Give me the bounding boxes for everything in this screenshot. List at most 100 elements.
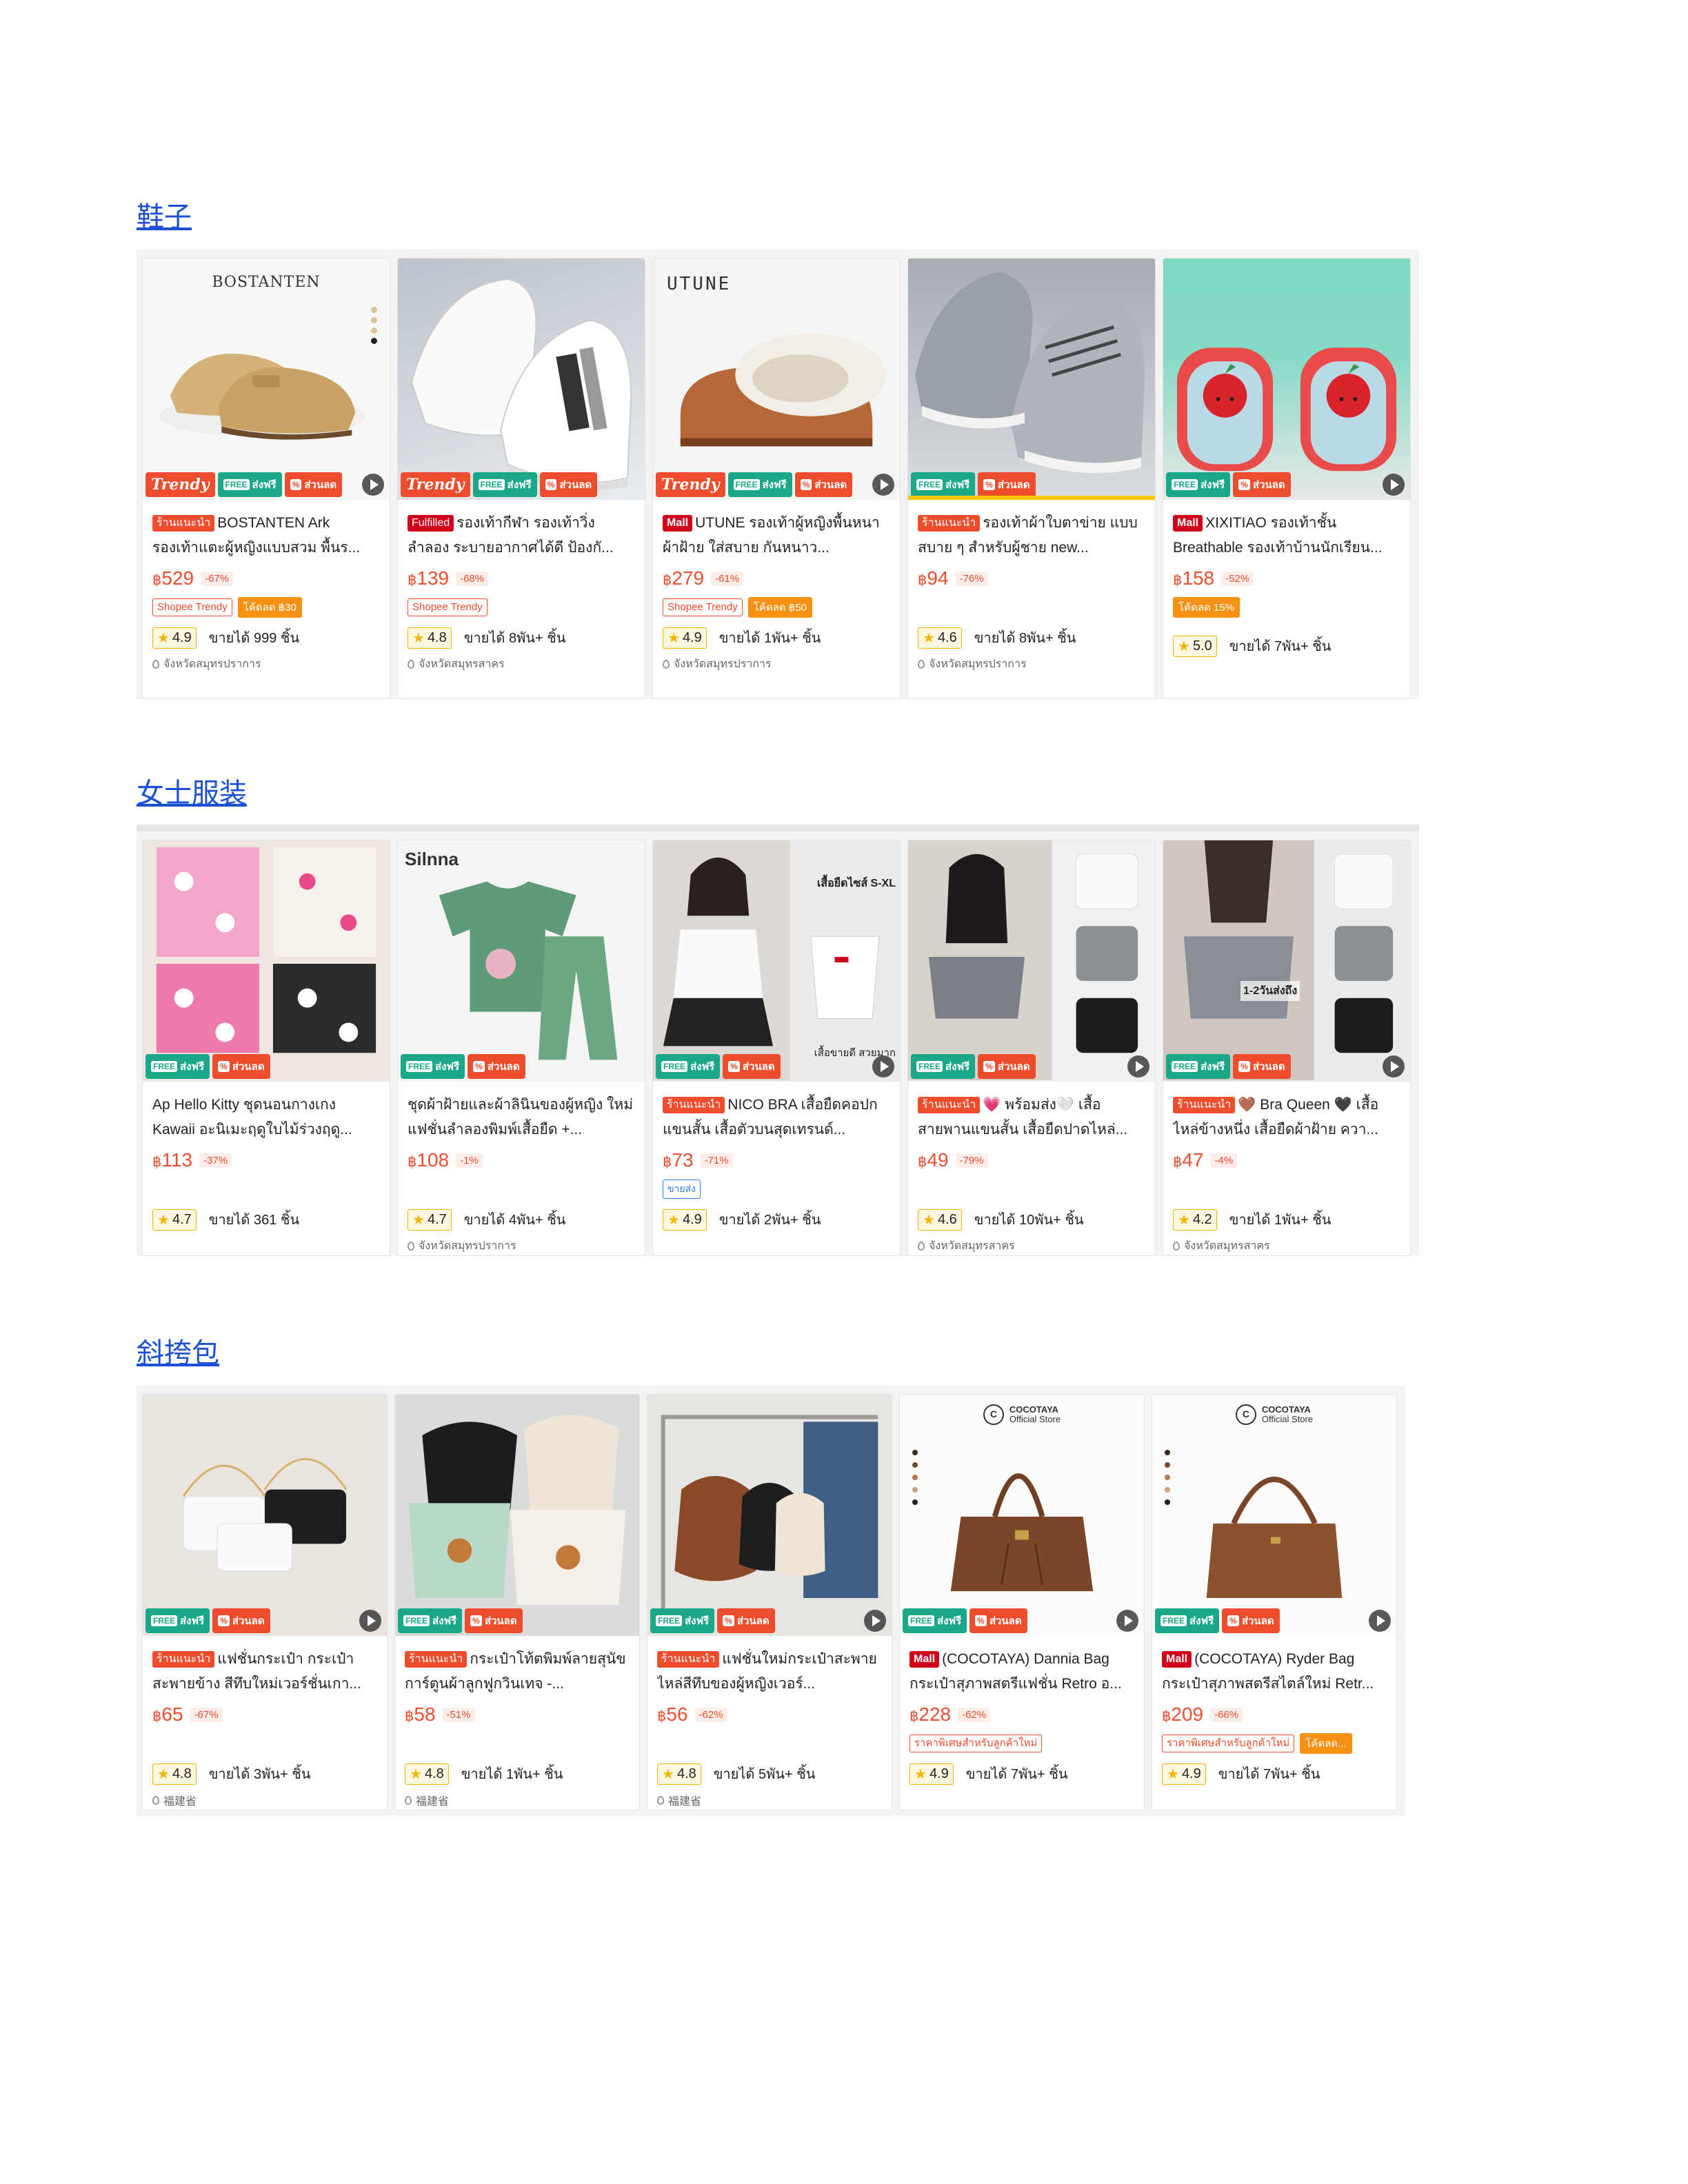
discount-percent: -52% <box>1221 571 1254 586</box>
product-card[interactable]: UTUNE Trendy FREE ส่งฟรี % ส่วนลด Mall UTUN… <box>652 258 901 699</box>
rating-badge: ★ 4.9 <box>152 627 197 649</box>
discount-badge: % ส่วนลด <box>717 1608 775 1633</box>
shopee-trendy-chip: Shopee Trendy <box>152 598 232 616</box>
product-card[interactable]: Silnna FREE ส่งฟรี % ส่วนลด ชุดผ้าฝ้ายและผ… <box>397 840 645 1256</box>
product-image[interactable]: FREE ส่งฟรี % ส่วนลด <box>908 259 1155 500</box>
new-customer-price-chip: ราคาพิเศษสำหรับลูกค้าใหม่ <box>910 1735 1043 1752</box>
mall-tag: Mall <box>663 515 693 532</box>
rating-badge: ★ 4.7 <box>152 1209 197 1231</box>
rating-badge: ★ 4.8 <box>152 1763 197 1785</box>
sold-count: ขายได้ 5พัน+ ชิ้น <box>713 1767 816 1782</box>
seller-location: 福建省 <box>657 1792 882 1808</box>
apple-slipper-image <box>1176 347 1397 472</box>
product-image[interactable]: C COCOTAYA Official Store FREE ส่งฟรี % ส่วน… <box>900 1395 1144 1636</box>
location-pin-icon <box>1173 1242 1180 1251</box>
rating-badge: ★ 4.9 <box>910 1763 954 1785</box>
product-image[interactable]: UTUNE Trendy FREE ส่งฟรี % ส่วนลด <box>653 259 900 500</box>
product-card[interactable]: เสื้อยืดไซส์ S-XL เสื้อขายดี สวยมาก FREE… <box>652 840 901 1256</box>
product-card[interactable]: FREE ส่งฟรี % ส่วนลด ร้านแนะนำ 💗 พร้อมส่ง🤍 … <box>907 840 1156 1256</box>
product-card[interactable]: FREE ส่งฟรี % ส่วนลด ร้านแนะนำ รองเท้าผ้าใบ… <box>907 258 1156 699</box>
product-image[interactable]: FREE ส่งฟรี % ส่วนลด <box>908 840 1155 1082</box>
free-shipping-badge: FREE ส่งฟรี <box>145 1608 210 1633</box>
product-title: ร้านแนะนำ 💗 พร้อมส่ง🤍 เสื้อสายพานแขนสั้น … <box>918 1097 1128 1138</box>
discount-percent: -4% <box>1210 1153 1238 1168</box>
product-price: ฿58 <box>405 1703 436 1725</box>
product-title: ร้านแนะนำ BOSTANTEN Ark รองเท้าแตะผู้หญิง… <box>152 515 361 556</box>
discount-percent: -62% <box>958 1707 991 1722</box>
product-card[interactable]: FREE ส่งฟรี % ส่วนลด ร้านแนะนำ แฟชั่นใหม่กร… <box>647 1394 892 1810</box>
product-image[interactable]: BOSTANTEN Trendy FREE ส่งฟรี % ส่วนลด <box>143 259 390 500</box>
product-card[interactable]: FREE ส่งฟรี % ส่วนลด Mall XIXITIAO รองเท้าช… <box>1163 258 1411 699</box>
product-card[interactable]: FREE ส่งฟรี % ส่วนลด Ap Hello Kitty ชุดนอน… <box>142 840 390 1256</box>
product-price: ฿158 <box>1173 567 1215 589</box>
rating-badge: ★ 4.8 <box>408 627 452 649</box>
play-icon[interactable] <box>864 1610 886 1632</box>
location-pin-icon <box>663 660 670 669</box>
promo-badge-strip: FREE ส่งฟรี % ส่วนลด <box>143 1606 387 1636</box>
promo-badge-strip: Trendy FREE ส่งฟรี % ส่วนลด <box>398 469 645 500</box>
product-card[interactable]: FREE ส่งฟรี % ส่วนลด ร้านแนะนำ แฟชั่นกระเป๋… <box>142 1394 388 1810</box>
promo-badge-strip: FREE ส่งฟรี % ส่วนลด <box>143 1051 390 1082</box>
fur-slipper-image <box>680 334 887 447</box>
star-icon: ★ <box>914 1766 927 1782</box>
play-icon[interactable] <box>1369 1610 1391 1632</box>
product-image[interactable]: 1-2วันส่งถึง FREE ส่งฟรี % ส่วนลด <box>1163 840 1410 1082</box>
section-heading-womens-clothing[interactable]: 女士服装 <box>137 771 247 811</box>
promo-badge-strip: Trendy FREE ส่งฟรี % ส่วนลด <box>653 469 900 500</box>
free-shipping-badge: FREE ส่งฟรี <box>727 472 792 497</box>
discount-badge: % ส่วนลด <box>284 472 343 497</box>
play-icon[interactable] <box>872 1055 894 1078</box>
product-price: ฿529 <box>152 567 194 589</box>
play-icon[interactable] <box>362 474 384 496</box>
location-pin-icon <box>408 1242 414 1251</box>
location-pin-icon <box>152 660 159 669</box>
shopee-trendy-chip: Shopee Trendy <box>408 598 488 616</box>
section-heading-crossbody-bags[interactable]: 斜挎包 <box>137 1331 219 1371</box>
play-icon[interactable] <box>1127 1055 1149 1078</box>
discount-percent: -1% <box>456 1153 483 1168</box>
product-card[interactable]: FREE ส่งฟรี % ส่วนลด ร้านแนะนำ กระเป๋าโท้ตพ… <box>394 1394 640 1810</box>
promo-badge-strip: Trendy FREE ส่งฟรี % ส่วนลด <box>143 469 390 500</box>
location-pin-icon <box>405 1795 412 1805</box>
product-image[interactable]: FREE ส่งฟรี % ส่วนลด <box>1163 259 1410 500</box>
product-image[interactable]: FREE ส่งฟรี % ส่วนลด <box>647 1395 892 1636</box>
product-image[interactable]: Trendy FREE ส่งฟรี % ส่วนลด <box>398 259 645 500</box>
color-swatch-dots <box>371 307 377 344</box>
seller-location: จังหวัดสมุทรปราการ <box>408 1237 635 1255</box>
product-price: ฿65 <box>152 1703 183 1725</box>
promo-badge-strip: FREE ส่งฟรี % ส่วนลด <box>1163 1051 1410 1082</box>
product-image[interactable]: FREE ส่งฟรี % ส่วนลด <box>143 840 390 1082</box>
star-icon: ★ <box>1167 1766 1179 1782</box>
new-customer-price-chip: ราคาพิเศษสำหรับลูกค้าใหม่ <box>1162 1735 1295 1752</box>
promo-badge-strip: FREE ส่งฟรี % ส่วนลด <box>900 1606 1144 1636</box>
product-card[interactable]: Trendy FREE ส่งฟรี % ส่วนลด Fulfilled รองเท… <box>397 258 645 699</box>
product-card[interactable]: C COCOTAYA Official Store FREE ส่งฟรี % ส่วน… <box>1152 1394 1397 1810</box>
promo-badge-strip: FREE ส่งฟรี % ส่วนลด <box>1152 1606 1396 1636</box>
voucher-chip: โค้ดลด ฿30 <box>237 597 302 618</box>
sold-count: ขายได้ 3พัน+ ชิ้น <box>208 1767 311 1782</box>
promo-badge-strip: FREE ส่งฟรี % ส่วนลด <box>647 1606 892 1636</box>
play-icon[interactable] <box>1116 1610 1138 1632</box>
play-icon[interactable] <box>359 1610 381 1632</box>
product-image[interactable]: Silnna FREE ส่งฟรี % ส่วนลด <box>398 840 645 1082</box>
product-price: ฿139 <box>408 567 450 589</box>
play-icon[interactable] <box>872 474 894 496</box>
product-title: ชุดผ้าฝ้ายและผ้าลินินของผู้หญิง ใหม่แฟชั… <box>408 1097 634 1138</box>
star-icon: ★ <box>157 630 170 646</box>
product-image[interactable]: FREE ส่งฟรี % ส่วนลด <box>395 1395 639 1636</box>
product-title: ร้านแนะนำ รองเท้าผ้าใบตาข่าย แบบสบาย ๆ สำ… <box>918 515 1138 556</box>
sold-count: ขายได้ 1พัน+ ชิ้น <box>719 631 821 646</box>
product-price: ฿56 <box>657 1703 688 1725</box>
product-card[interactable]: C COCOTAYA Official Store FREE ส่งฟรี % ส่วน… <box>899 1394 1145 1810</box>
section-heading-shoes[interactable]: 鞋子 <box>137 194 192 234</box>
product-image[interactable]: เสื้อยืดไซส์ S-XL เสื้อขายดี สวยมาก FREE… <box>653 840 900 1082</box>
wholesale-chip: ขายส่ง <box>663 1180 701 1199</box>
product-image[interactable]: FREE ส่งฟรี % ส่วนลด <box>143 1395 387 1636</box>
product-card[interactable]: BOSTANTEN Trendy FREE ส่งฟรี % ส่วนลด ร้าน… <box>142 258 390 699</box>
product-title: ร้านแนะนำ NICO BRA เสื้อยืดคอปกแขนสั้น เส… <box>663 1097 878 1138</box>
product-card[interactable]: 1-2วันส่งถึง FREE ส่งฟรี % ส่วนลด ร้านแนะน… <box>1163 840 1411 1256</box>
product-image[interactable]: C COCOTAYA Official Store FREE ส่งฟรี % ส่วน… <box>1152 1395 1396 1636</box>
quilted-bags-image <box>182 1457 348 1572</box>
play-icon[interactable] <box>1383 474 1405 496</box>
play-icon[interactable] <box>1383 1055 1405 1078</box>
